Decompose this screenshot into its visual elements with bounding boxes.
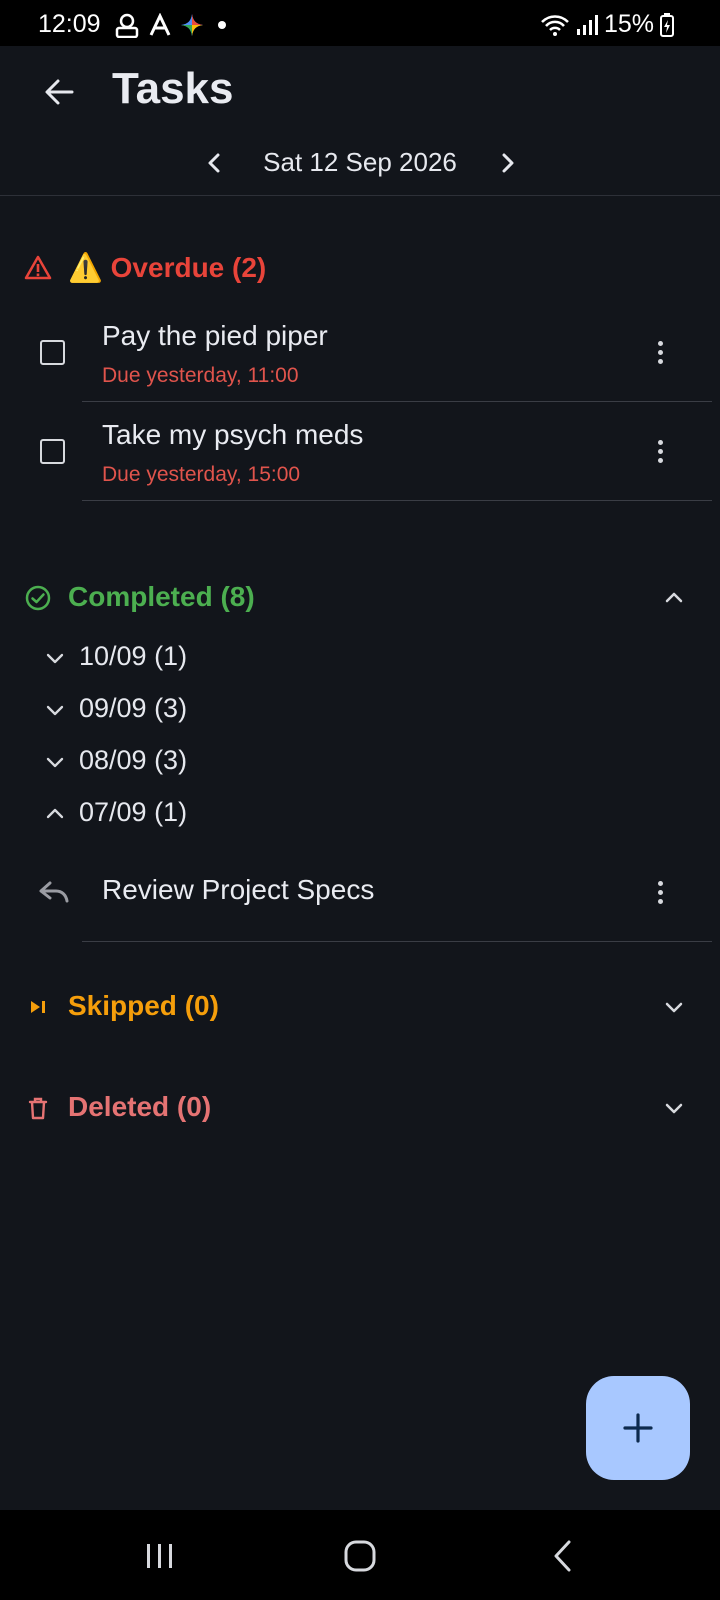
wifi-icon (541, 14, 569, 36)
deleted-section-header[interactable]: Deleted (0) (0, 1078, 720, 1138)
completed-date-group[interactable]: 08/09 (3) (0, 737, 720, 789)
task-title: Take my psych meds (102, 419, 364, 450)
trash-icon (28, 1097, 48, 1120)
back-chevron-icon (554, 1540, 571, 1572)
completed-section-header[interactable]: Completed (8) (0, 568, 720, 628)
date-navigator: Sat 12 Sep 2026 (0, 134, 720, 196)
notification-icons (114, 12, 226, 38)
date-group-label: 10/09 (1) (79, 641, 188, 671)
next-day-button[interactable] (492, 148, 522, 178)
check-circle-icon (25, 585, 51, 611)
more-options-button[interactable] (650, 437, 670, 467)
completed-task-row[interactable]: Review Project Specs (0, 844, 720, 942)
back-button[interactable] (38, 70, 82, 114)
divider (82, 401, 712, 402)
skip-next-icon (31, 1001, 45, 1013)
date-group-label: 09/09 (3) (79, 693, 188, 723)
add-task-button[interactable] (586, 1376, 690, 1480)
recent-apps-button[interactable] (140, 1538, 180, 1574)
task-checkbox[interactable] (40, 340, 65, 365)
warning-icon (24, 255, 52, 280)
battery-icon (660, 12, 674, 37)
sparkle-icon (181, 14, 203, 36)
chevron-down-icon (46, 757, 64, 768)
overdue-task-row[interactable]: Pay the pied piper Due yesterday, 11:00 (0, 304, 720, 402)
undo-icon (39, 881, 69, 903)
undo-button[interactable] (36, 878, 70, 908)
date-group-label: 07/09 (1) (79, 797, 188, 827)
more-options-button[interactable] (650, 338, 670, 368)
more-options-button[interactable] (650, 878, 670, 908)
plus-icon (623, 1413, 653, 1443)
more-vert-icon (657, 881, 663, 886)
system-navigation-bar (0, 1510, 720, 1600)
system-back-button[interactable] (544, 1538, 584, 1574)
signal-icon (576, 14, 598, 35)
task-due: Due yesterday, 11:00 (102, 364, 299, 387)
recent-apps-icon (147, 1544, 172, 1568)
home-icon (344, 1540, 376, 1572)
task-title: Pay the pied piper (102, 320, 328, 351)
more-vert-icon (657, 440, 663, 445)
skipped-label: Skipped (0) (68, 990, 219, 1021)
overdue-label: ⚠️ Overdue (2) (68, 252, 267, 283)
dot-icon (218, 21, 226, 29)
home-button[interactable] (340, 1538, 380, 1574)
arrow-back-icon (45, 79, 74, 105)
more-vert-icon (657, 341, 663, 346)
status-bar: 12:09 15% (0, 0, 720, 46)
overdue-task-row[interactable]: Take my psych meds Due yesterday, 15:00 (0, 403, 720, 501)
battery-percent: 15% (603, 10, 654, 38)
status-time: 12:09 (38, 10, 101, 38)
app-a-icon (149, 13, 171, 36)
date-group-label: 08/09 (3) (79, 745, 188, 775)
skipped-section-header[interactable]: Skipped (0) (0, 977, 720, 1037)
chevron-up-icon (46, 808, 64, 819)
task-due: Due yesterday, 15:00 (102, 463, 301, 486)
chevron-down-icon[interactable] (662, 995, 686, 1019)
app-bar: Tasks (0, 46, 720, 134)
chevron-right-icon (502, 153, 514, 173)
overdue-section-header: ⚠️ Overdue (2) (0, 238, 720, 298)
chevron-down-icon[interactable] (662, 1096, 686, 1120)
deleted-label: Deleted (0) (68, 1091, 212, 1122)
chevron-up-icon[interactable] (662, 586, 686, 610)
account-icon (115, 13, 139, 38)
divider (82, 500, 712, 501)
divider (82, 941, 712, 942)
task-checkbox[interactable] (40, 439, 65, 464)
page-title: Tasks (112, 64, 234, 113)
completed-label: Completed (8) (68, 581, 255, 612)
completed-date-group[interactable]: 09/09 (3) (0, 685, 720, 737)
task-title: Review Project Specs (102, 874, 375, 905)
status-right: 15% (540, 10, 674, 39)
chevron-down-icon (46, 705, 64, 716)
completed-date-group[interactable]: 10/09 (1) (0, 633, 720, 685)
current-date[interactable]: Sat 12 Sep 2026 (0, 147, 720, 178)
completed-date-group[interactable]: 07/09 (1) (0, 789, 720, 841)
chevron-down-icon (46, 653, 64, 664)
